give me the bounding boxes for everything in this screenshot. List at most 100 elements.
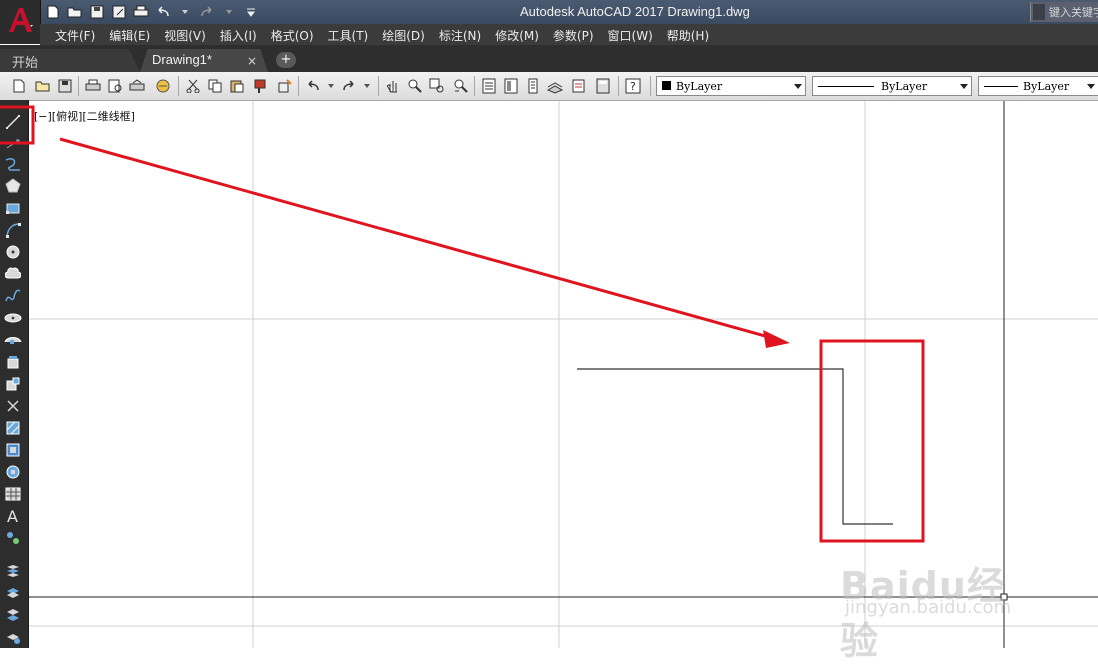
- layer-isolate-icon[interactable]: [3, 606, 23, 624]
- print-icon[interactable]: [132, 3, 150, 21]
- tab-start[interactable]: 开始: [0, 49, 140, 72]
- qnew-icon[interactable]: [10, 77, 28, 95]
- toolbar-separator: [650, 76, 651, 96]
- search-input[interactable]: [1047, 4, 1098, 20]
- menu-draw[interactable]: 绘图(D): [382, 24, 425, 45]
- open-icon[interactable]: [34, 77, 52, 95]
- new-file-icon[interactable]: [44, 3, 62, 21]
- undo-dropdown-icon[interactable]: [322, 77, 340, 95]
- ellipse-icon[interactable]: [3, 309, 23, 327]
- layer-properties-icon[interactable]: [3, 562, 23, 580]
- save-icon[interactable]: [56, 77, 74, 95]
- quickcalc-icon[interactable]: [594, 77, 612, 95]
- save-icon[interactable]: [88, 3, 106, 21]
- construction-line-icon[interactable]: [3, 135, 23, 153]
- draw-toolbar: A: [0, 100, 29, 648]
- paste-icon[interactable]: [228, 77, 246, 95]
- toolbar-separator: [178, 76, 179, 96]
- pan-icon[interactable]: [384, 77, 402, 95]
- redo-dropdown-icon[interactable]: [358, 77, 376, 95]
- color-control-dropdown[interactable]: ByLayer: [656, 76, 806, 96]
- copy-icon[interactable]: [206, 77, 224, 95]
- circle-icon[interactable]: [3, 243, 23, 261]
- tool-palettes-icon[interactable]: [524, 77, 542, 95]
- lineweight-sample: [984, 86, 1018, 87]
- menu-modify[interactable]: 修改(M): [495, 24, 539, 45]
- customize-qat-icon[interactable]: [242, 3, 260, 21]
- properties-icon[interactable]: [480, 77, 498, 95]
- cut-icon[interactable]: [184, 77, 202, 95]
- gradient-icon[interactable]: [3, 441, 23, 459]
- add-selected-icon[interactable]: [3, 529, 23, 547]
- sheet-set-manager-icon[interactable]: [546, 77, 564, 95]
- layer-freeze-icon[interactable]: [3, 628, 23, 646]
- publish-icon[interactable]: [128, 77, 146, 95]
- layer-states-icon[interactable]: [3, 584, 23, 602]
- close-tab-icon[interactable]: ×: [247, 54, 257, 68]
- quick-access-toolbar: [44, 2, 260, 22]
- undo-dropdown-icon[interactable]: [176, 3, 194, 21]
- chevron-down-icon: [1087, 84, 1095, 89]
- 3d-dwf-icon[interactable]: [154, 77, 172, 95]
- menu-file[interactable]: 文件(F): [55, 24, 95, 45]
- menu-window[interactable]: 窗口(W): [608, 24, 653, 45]
- linetype-value: ByLayer: [881, 80, 928, 93]
- rectangle-icon[interactable]: [3, 199, 23, 217]
- zoom-window-icon[interactable]: [428, 77, 446, 95]
- menu-dimension[interactable]: 标注(N): [439, 24, 481, 45]
- redo-icon[interactable]: [340, 77, 358, 95]
- new-tab-button[interactable]: +: [276, 52, 296, 68]
- search-toggle-icon[interactable]: [1033, 4, 1045, 20]
- insert-block-icon[interactable]: [3, 353, 23, 371]
- menu-edit[interactable]: 编辑(E): [109, 24, 150, 45]
- plot-preview-icon[interactable]: [106, 77, 124, 95]
- polyline-icon[interactable]: [3, 155, 23, 173]
- zoom-realtime-icon[interactable]: [406, 77, 424, 95]
- undo-icon[interactable]: [304, 77, 322, 95]
- revision-cloud-icon[interactable]: [3, 265, 23, 283]
- line-tool-icon[interactable]: [3, 113, 23, 131]
- window-title: Autodesk AutoCAD 2017 Drawing1.dwg: [520, 4, 750, 19]
- file-tab-bar: 开始 Drawing1* × +: [0, 45, 1098, 72]
- toolbar-separator: [618, 76, 619, 96]
- lineweight-control-dropdown[interactable]: ByLayer: [978, 76, 1098, 96]
- ellipse-arc-icon[interactable]: [3, 331, 23, 349]
- menu-view[interactable]: 视图(V): [164, 24, 206, 45]
- menu-help[interactable]: 帮助(H): [667, 24, 709, 45]
- spline-icon[interactable]: [3, 287, 23, 305]
- redo-icon[interactable]: [198, 3, 216, 21]
- make-block-icon[interactable]: [3, 375, 23, 393]
- standard-toolbar: ? ByLayer ByLayer ByLayer: [0, 72, 1098, 101]
- point-icon[interactable]: [3, 397, 23, 415]
- watermark-url: jingyan.baidu.com: [845, 597, 1012, 618]
- menu-tools[interactable]: 工具(T): [328, 24, 369, 45]
- plot-icon[interactable]: [84, 77, 102, 95]
- menu-insert[interactable]: 插入(I): [220, 24, 257, 45]
- multiline-text-icon[interactable]: A: [3, 507, 23, 525]
- title-bar: Autodesk AutoCAD 2017 Drawing1.dwg: [0, 0, 1098, 24]
- open-file-icon[interactable]: [66, 3, 84, 21]
- hatch-icon[interactable]: [3, 419, 23, 437]
- zoom-previous-icon[interactable]: [452, 77, 470, 95]
- color-swatch: [662, 81, 671, 90]
- region-icon[interactable]: [3, 463, 23, 481]
- block-editor-icon[interactable]: [276, 77, 294, 95]
- markup-set-manager-icon[interactable]: [570, 77, 588, 95]
- toolbar-separator: [298, 76, 299, 96]
- redo-dropdown-icon[interactable]: [220, 3, 238, 21]
- viewport-controls-label[interactable]: [−][俯视][二维线框]: [34, 108, 135, 124]
- table-icon[interactable]: [3, 485, 23, 503]
- undo-icon[interactable]: [154, 3, 172, 21]
- help-icon[interactable]: ?: [624, 77, 642, 95]
- save-as-icon[interactable]: [110, 3, 128, 21]
- arc-icon[interactable]: [3, 221, 23, 239]
- menu-parameters[interactable]: 参数(P): [553, 24, 594, 45]
- polygon-icon[interactable]: [3, 177, 23, 195]
- design-center-icon[interactable]: [502, 77, 520, 95]
- application-menu-button[interactable]: [0, 0, 41, 44]
- match-properties-icon[interactable]: [252, 77, 270, 95]
- menu-format[interactable]: 格式(O): [271, 24, 314, 45]
- linetype-control-dropdown[interactable]: ByLayer: [812, 76, 972, 96]
- autocad-logo-icon: [5, 5, 35, 39]
- linetype-sample: [818, 86, 874, 87]
